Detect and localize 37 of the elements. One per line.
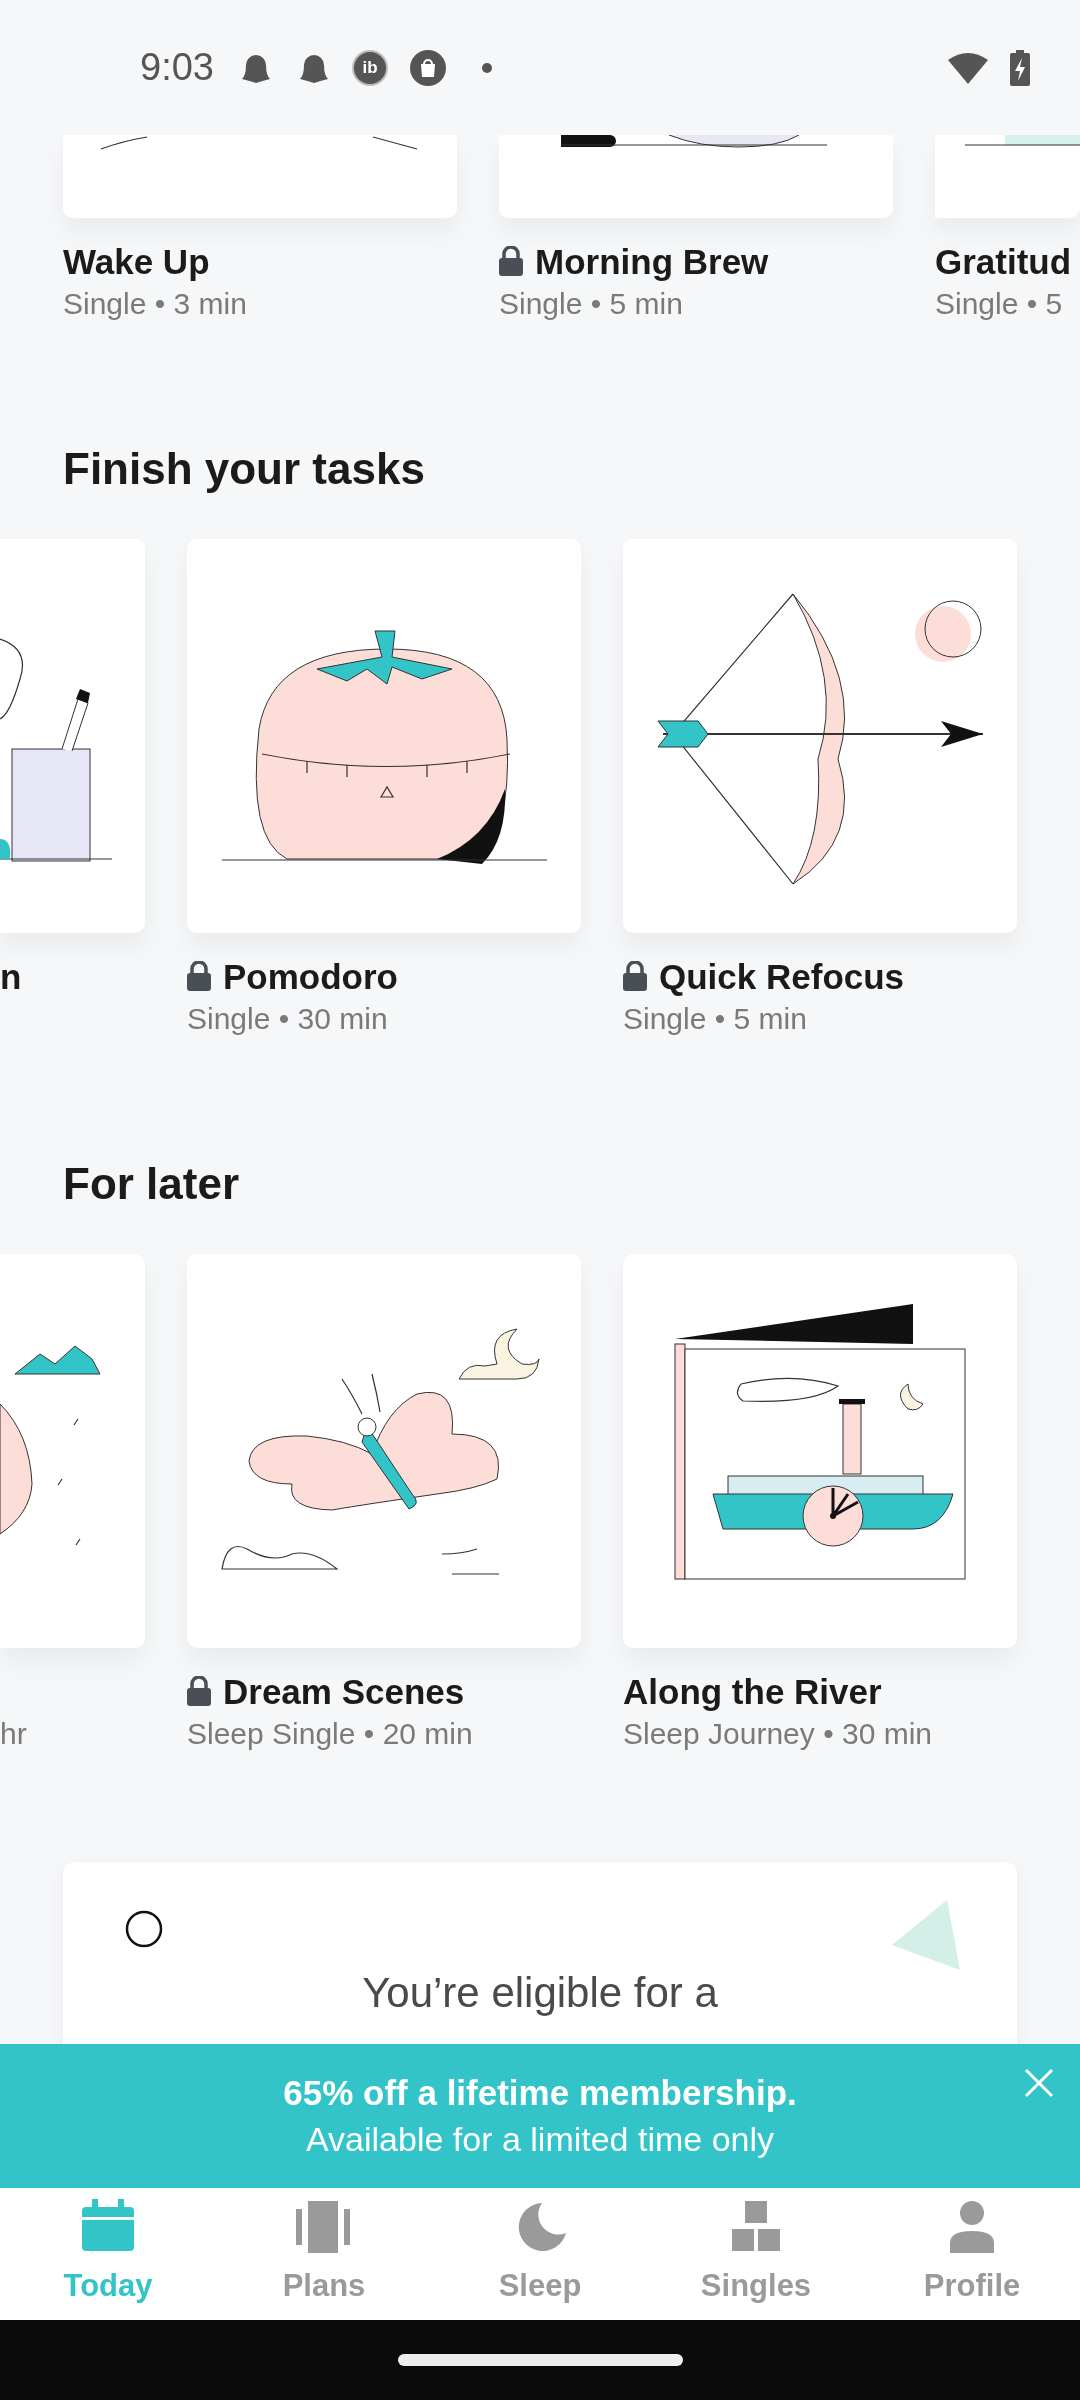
card-title[interactable]: n bbox=[0, 957, 22, 996]
section-heading: Finish your tasks bbox=[63, 443, 426, 495]
illustration-card[interactable] bbox=[499, 135, 893, 218]
circle-icon bbox=[125, 1910, 163, 1948]
badge-icon: ib bbox=[353, 51, 386, 84]
banner-subtitle: Available for a limited time only bbox=[306, 2119, 774, 2160]
lock-icon bbox=[623, 961, 647, 991]
card-subtitle: Single • 5 min bbox=[623, 1002, 807, 1035]
card-subtitle: Sleep Single • 20 min bbox=[187, 1717, 473, 1750]
card-subtitle: Single • 5 min bbox=[499, 287, 683, 320]
card-subtitle: hr bbox=[0, 1717, 27, 1750]
card-subtitle: Sleep Journey • 30 min bbox=[623, 1717, 932, 1750]
card-title[interactable]: Along the River bbox=[623, 1672, 882, 1711]
card-title[interactable]: Morning Brew bbox=[499, 242, 769, 281]
banner-title: 65% off a lifetime membership. bbox=[283, 2072, 797, 2114]
section-heading: For later bbox=[63, 1158, 241, 1210]
battery-charging-icon bbox=[1010, 49, 1030, 86]
lock-icon bbox=[499, 246, 523, 276]
promo-text: You’re eligible for a bbox=[361, 1968, 719, 2018]
card-title[interactable]: Pomodoro bbox=[187, 957, 398, 996]
cards-icon bbox=[296, 2198, 352, 2255]
lock-icon bbox=[187, 1676, 211, 1706]
card-title[interactable]: Quick Refocus bbox=[623, 957, 905, 996]
dot-icon bbox=[481, 62, 492, 73]
wifi-icon bbox=[948, 51, 988, 84]
card-title[interactable]: Gratitud bbox=[935, 242, 1072, 281]
lock-icon bbox=[187, 961, 211, 991]
illustration-card[interactable] bbox=[623, 1254, 1017, 1648]
triangle-icon bbox=[892, 1900, 962, 1972]
clock-text: 9:03 bbox=[140, 45, 214, 90]
close-icon bbox=[1024, 2068, 1054, 2098]
card-subtitle: Single • 30 min bbox=[187, 1002, 388, 1035]
card-subtitle: Single • 3 min bbox=[63, 287, 247, 320]
card-title[interactable]: Dream Scenes bbox=[187, 1672, 465, 1711]
shopping-bag-icon bbox=[409, 49, 446, 86]
card-subtitle: Single • 5 bbox=[935, 287, 1063, 320]
card-title[interactable]: Wake Up bbox=[63, 242, 210, 281]
